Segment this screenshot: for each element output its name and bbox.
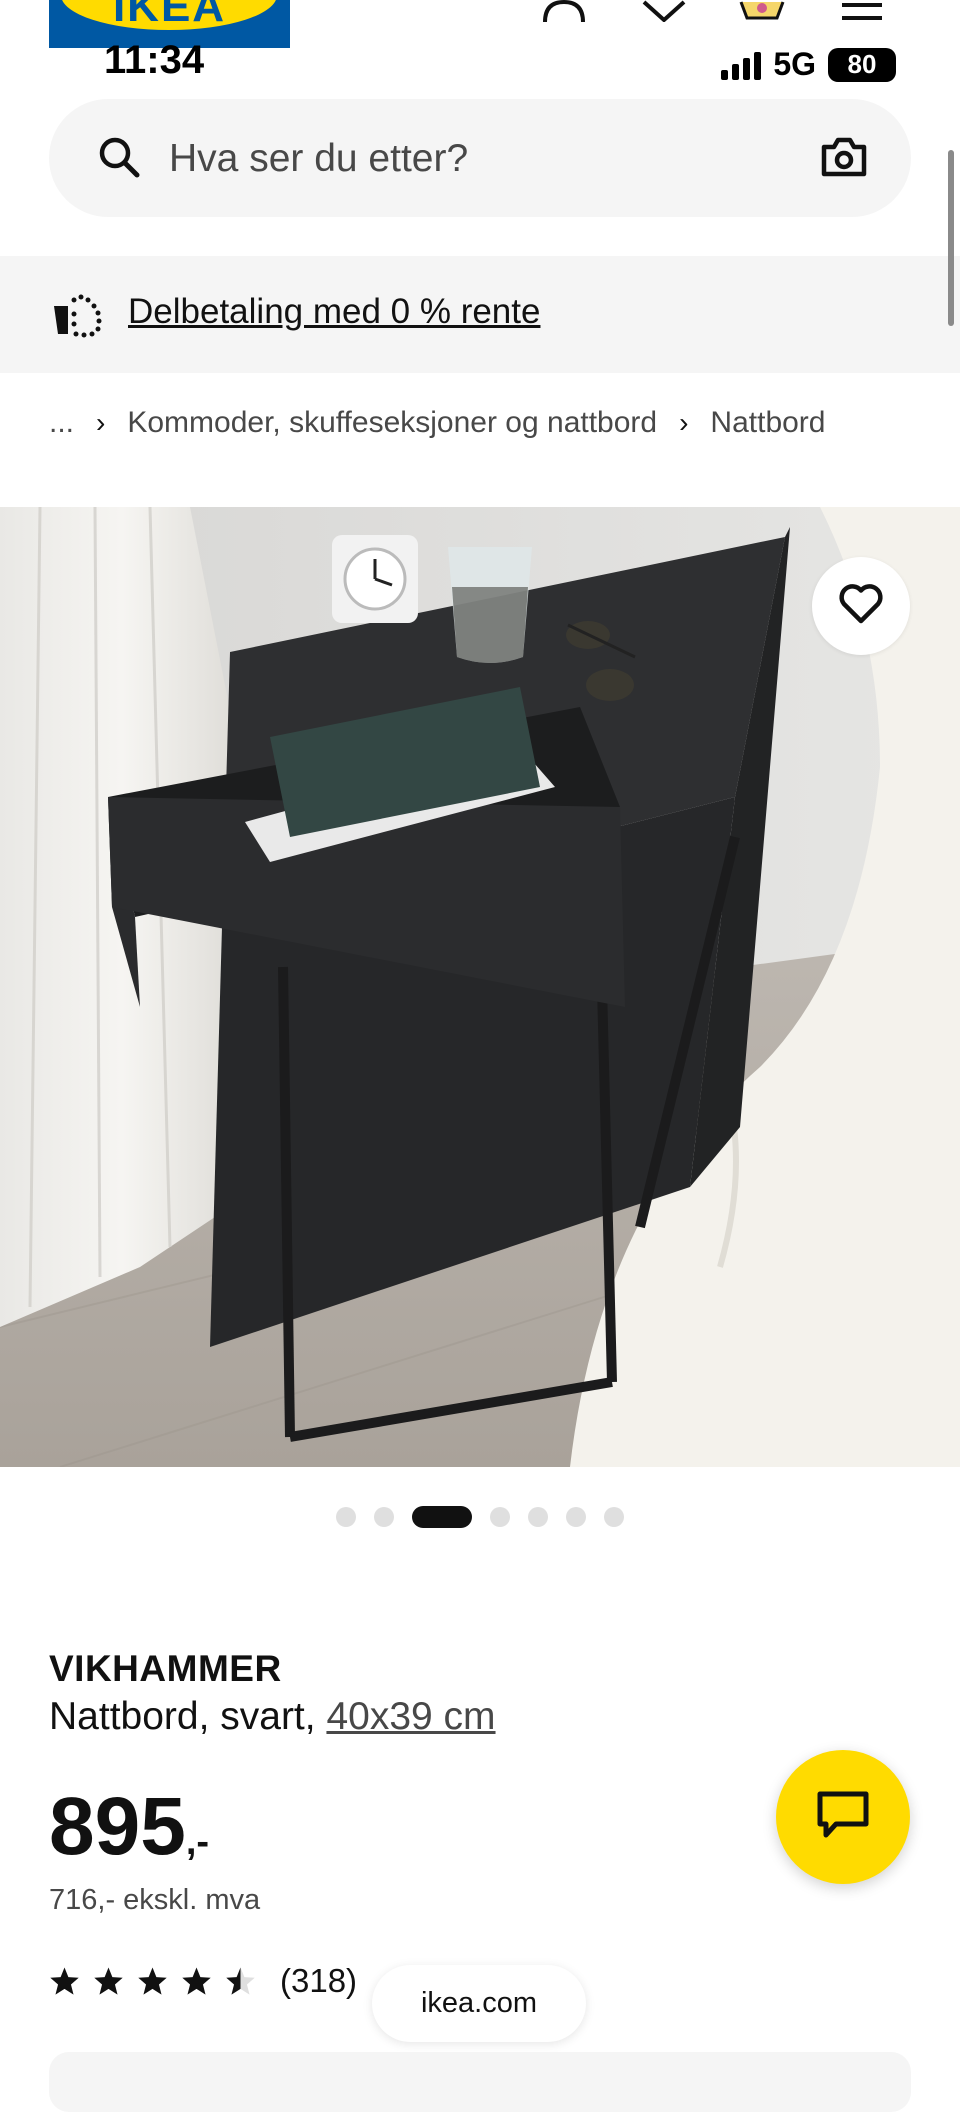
breadcrumb: ... › Kommoder, skuffeseksjoner og nattb… bbox=[49, 406, 826, 440]
carousel-dot[interactable] bbox=[528, 1507, 548, 1527]
product-price: 895,- bbox=[49, 1780, 209, 1874]
price-ex-vat: 716,- ekskl. mva bbox=[49, 1884, 261, 1916]
product-size-link[interactable]: 40x39 cm bbox=[326, 1695, 495, 1738]
status-indicators: 5G 80 bbox=[721, 46, 896, 83]
price-value: 895 bbox=[49, 1781, 186, 1872]
carousel-dot[interactable] bbox=[490, 1507, 510, 1527]
search-icon bbox=[97, 135, 141, 184]
promo-banner: Delbetaling med 0 % rente bbox=[0, 256, 960, 373]
rating-stars bbox=[49, 1966, 256, 1996]
star-icon bbox=[50, 1967, 79, 1995]
carousel-dot[interactable] bbox=[336, 1507, 356, 1527]
product-rating[interactable]: (318) bbox=[49, 1962, 357, 2000]
product-description: Nattbord, svart, 40x39 cm bbox=[49, 1695, 496, 1739]
status-time: 11:34 bbox=[104, 38, 205, 82]
product-name: VIKHAMMER bbox=[49, 1648, 282, 1689]
signal-icon bbox=[721, 50, 762, 80]
carousel-dot[interactable] bbox=[604, 1507, 624, 1527]
browser-url-pill[interactable]: ikea.com bbox=[372, 1965, 586, 2042]
menu-icon[interactable] bbox=[840, 0, 886, 22]
star-icon bbox=[94, 1967, 123, 1995]
product-image[interactable] bbox=[0, 507, 960, 1467]
product-type: Nattbord, svart, bbox=[49, 1695, 327, 1738]
carousel-dot-active[interactable] bbox=[412, 1506, 472, 1528]
star-icon bbox=[182, 1967, 211, 1995]
heart-icon[interactable] bbox=[641, 0, 687, 22]
battery-indicator: 80 bbox=[828, 47, 896, 82]
search-bar[interactable] bbox=[49, 99, 911, 217]
breadcrumb-item-category[interactable]: Kommoder, skuffeseksjoner og nattbord bbox=[127, 406, 657, 440]
scrollbar[interactable] bbox=[948, 150, 954, 326]
camera-icon[interactable] bbox=[821, 137, 867, 182]
product-photo bbox=[0, 507, 960, 1467]
carousel-dot[interactable] bbox=[374, 1507, 394, 1527]
profile-icon[interactable] bbox=[541, 0, 587, 22]
favorite-button[interactable] bbox=[812, 557, 910, 655]
next-section-card bbox=[49, 2052, 911, 2112]
breadcrumb-ellipsis[interactable]: ... bbox=[49, 406, 74, 440]
price-suffix: ,- bbox=[185, 1821, 210, 1863]
cart-icon[interactable] bbox=[739, 0, 785, 22]
chat-button[interactable] bbox=[776, 1750, 910, 1884]
image-carousel-indicator bbox=[0, 1506, 960, 1528]
carousel-dot[interactable] bbox=[566, 1507, 586, 1527]
breadcrumb-item-current[interactable]: Nattbord bbox=[710, 406, 825, 440]
chevron-right-icon: › bbox=[96, 407, 106, 438]
installment-icon bbox=[52, 294, 104, 343]
logo-text: IKEA bbox=[112, 0, 227, 31]
star-icon bbox=[138, 1967, 167, 1995]
chat-icon bbox=[816, 1790, 870, 1845]
star-half-icon bbox=[226, 1967, 255, 1995]
rating-count: (318) bbox=[280, 1962, 358, 1999]
network-label: 5G bbox=[773, 46, 816, 82]
installment-link[interactable]: Delbetaling med 0 % rente bbox=[128, 292, 540, 332]
favorite-heart-icon bbox=[838, 583, 884, 630]
chevron-right-icon: › bbox=[679, 407, 689, 438]
search-input[interactable] bbox=[167, 129, 811, 189]
